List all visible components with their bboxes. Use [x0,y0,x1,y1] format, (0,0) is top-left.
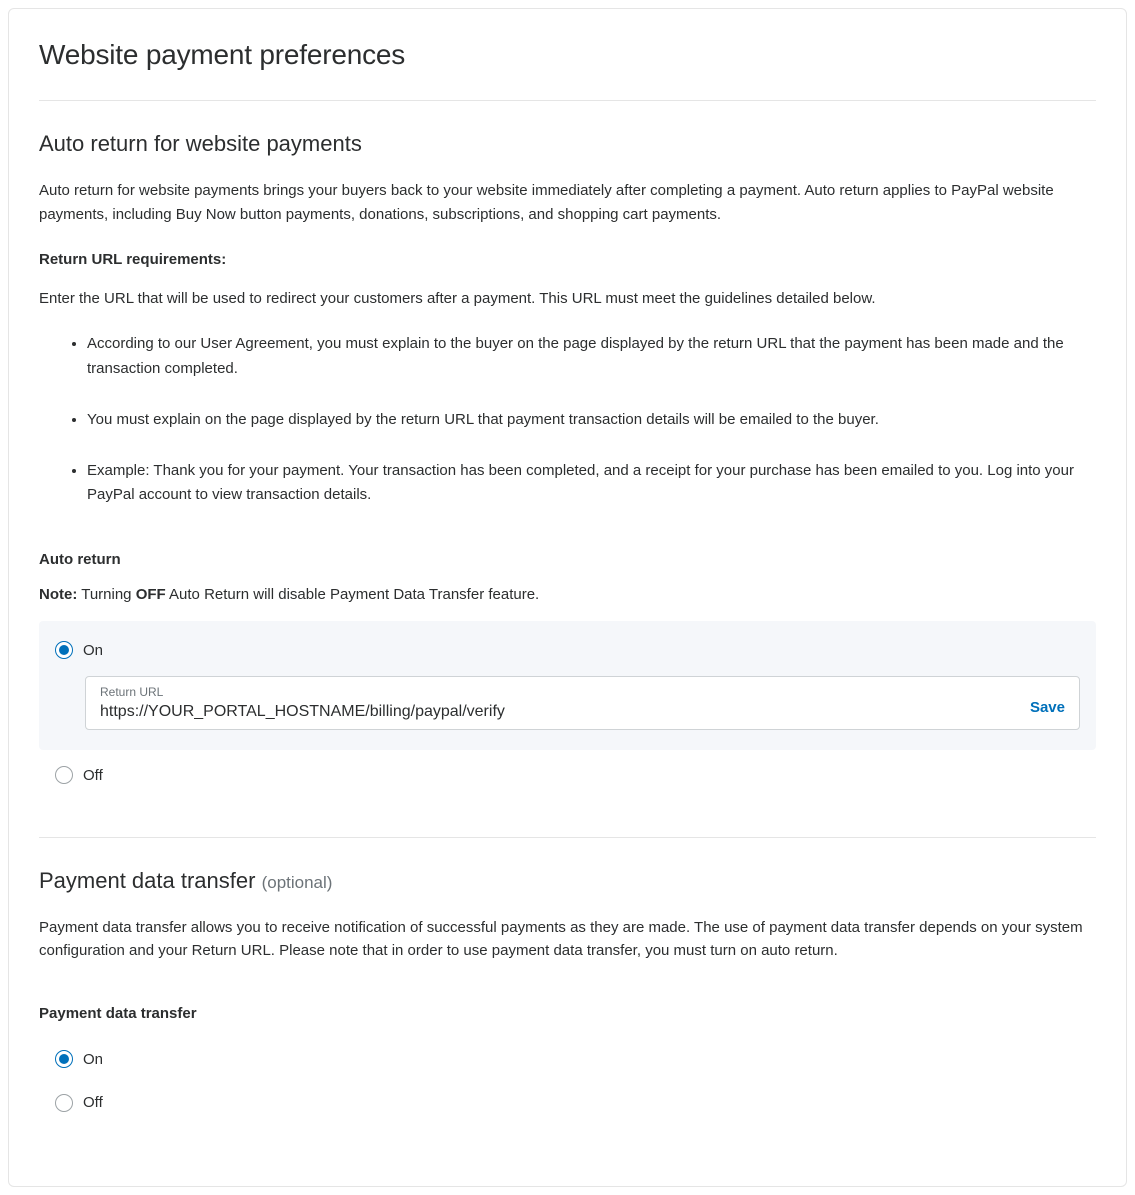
pdt-radios: On Off [39,1038,1096,1115]
auto-return-note: Note: Turning OFF Auto Return will disab… [39,583,1096,606]
list-item: You must explain on the page displayed b… [87,408,1096,433]
save-button[interactable]: Save [1030,696,1065,719]
note-off: OFF [136,586,166,603]
radio-off-label: Off [83,764,103,787]
pdt-toggle-label: Payment data transfer [39,1002,1096,1025]
radio-off-icon[interactable] [55,766,73,784]
pdt-heading-text: Payment data transfer [39,868,255,893]
return-url-req-intro: Enter the URL that will be used to redir… [39,287,1096,310]
return-url-float-label: Return URL [100,683,1009,702]
pdt-optional: (optional) [262,873,333,892]
note-prefix: Note: [39,586,77,603]
radio-on-label: On [83,639,103,662]
note-rest: Auto Return will disable Payment Data Tr… [166,586,540,603]
note-mid: Turning [77,586,135,603]
list-item: According to our User Agreement, you mus… [87,332,1096,382]
pdt-on-row[interactable]: On [55,1048,1080,1071]
pdt-heading: Payment data transfer (optional) [39,864,1096,898]
pdt-on-label: On [83,1048,103,1071]
preferences-panel: Website payment preferences Auto return … [8,8,1127,1187]
return-url-req-heading: Return URL requirements: [39,248,1096,271]
auto-return-intro: Auto return for website payments brings … [39,179,1096,226]
return-url-req-list: According to our User Agreement, you mus… [39,332,1096,508]
radio-off-icon[interactable] [55,1094,73,1112]
radio-on-icon[interactable] [55,1050,73,1068]
pdt-off-label: Off [83,1091,103,1114]
divider [39,100,1096,101]
pdt-intro: Payment data transfer allows you to rece… [39,916,1096,963]
list-item: Example: Thank you for your payment. You… [87,459,1096,509]
return-url-wrap: Return URL Save [85,676,1080,730]
divider [39,837,1096,838]
pdt-off-row[interactable]: Off [55,1091,1080,1114]
return-url-field[interactable]: Return URL Save [85,676,1080,730]
auto-return-on-box: On Return URL Save [39,621,1096,750]
auto-return-heading: Auto return for website payments [39,127,1096,161]
radio-on-icon[interactable] [55,641,73,659]
page-title: Website payment preferences [39,33,1096,76]
auto-return-toggle-label: Auto return [39,548,1096,571]
auto-return-off-row-wrap: Off [39,764,1096,787]
return-url-input[interactable] [100,703,1009,721]
auto-return-on-row[interactable]: On [55,639,1080,662]
auto-return-off-row[interactable]: Off [55,764,1080,787]
